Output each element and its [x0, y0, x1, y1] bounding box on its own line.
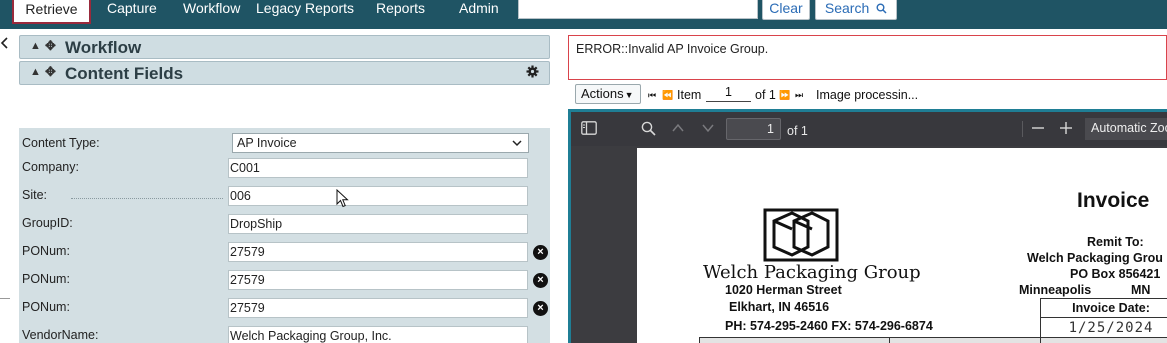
document-table-header: [699, 337, 1167, 343]
tab-workflow[interactable]: Workflow: [183, 0, 240, 22]
remit-city: Minneapolis: [1019, 283, 1092, 297]
error-message-box: ERROR::Invalid AP Invoice Group.: [568, 35, 1167, 80]
page-count: of 1: [787, 124, 808, 138]
chevron-down-icon[interactable]: [701, 121, 715, 138]
actions-label: Actions: [581, 86, 624, 101]
actions-dropdown[interactable]: Actions▼: [575, 84, 641, 104]
collapse-left-icon[interactable]: [0, 36, 10, 50]
document-address-line2: Elkhart, IN 46516: [729, 300, 830, 314]
toolbar-divider: [1022, 121, 1023, 137]
company-field[interactable]: C001: [228, 158, 528, 178]
error-message: ERROR::Invalid AP Invoice Group.: [576, 42, 769, 56]
ponum-field[interactable]: 27579: [228, 298, 528, 318]
tab-legacy-reports[interactable]: Legacy Reports: [256, 0, 354, 22]
item-number-input[interactable]: 1: [706, 86, 751, 102]
company-logo-icon: [763, 208, 839, 262]
tab-retrieve[interactable]: Retrieve: [12, 0, 91, 24]
zoom-in-icon[interactable]: [1059, 121, 1073, 138]
sidebar-toggle-icon[interactable]: [581, 121, 597, 138]
groupid-label: GroupID:: [22, 216, 73, 230]
search-input[interactable]: [518, 0, 758, 19]
ponum-field[interactable]: 27579: [228, 270, 528, 290]
clear-button[interactable]: Clear: [762, 0, 810, 20]
content-fields-panel-header[interactable]: ▲ ✥ Content Fields: [19, 61, 550, 85]
vendorname-field[interactable]: Welch Packaging Group, Inc.: [228, 326, 528, 343]
content-type-select[interactable]: AP Invoice: [232, 133, 529, 153]
remove-icon[interactable]: ×: [533, 273, 548, 288]
next-item-icon[interactable]: ⏩: [779, 90, 790, 101]
remit-to-label: Remit To:: [1087, 235, 1144, 249]
clear-button-label: Clear: [769, 0, 803, 16]
workflow-panel-header[interactable]: ▲ ✥ Workflow: [19, 35, 550, 59]
workflow-panel-title: Workflow: [65, 38, 142, 57]
remove-icon[interactable]: ×: [533, 245, 548, 260]
divider: [0, 298, 10, 299]
tab-capture[interactable]: Capture: [107, 0, 157, 22]
site-label: Site:: [22, 188, 48, 202]
chevron-up-icon[interactable]: [671, 121, 685, 138]
move-icon[interactable]: ✥: [45, 38, 56, 54]
zoom-select[interactable]: Automatic Zoom: [1085, 118, 1167, 140]
ponum-label: PONum:: [22, 300, 70, 314]
content-type-label: Content Type:: [22, 136, 100, 150]
table-divider: [1040, 337, 1041, 343]
content-type-value: AP Invoice: [237, 136, 297, 150]
chevron-up-icon[interactable]: ▲: [30, 66, 41, 78]
table-divider: [889, 337, 890, 343]
content-fields-form: Content Type: AP Invoice Company: C001 S…: [19, 128, 550, 343]
remit-po: PO Box 856421: [1070, 267, 1161, 281]
last-item-icon[interactable]: ⏭: [795, 90, 803, 101]
document-company-name: Welch Packaging Group: [703, 262, 921, 283]
top-nav: Retrieve Capture Workflow Legacy Reports…: [0, 0, 1167, 29]
search-button-label: Search: [824, 0, 870, 16]
gear-icon[interactable]: [526, 65, 539, 81]
caret-down-icon: ▼: [624, 90, 634, 100]
item-of-label: of 1: [755, 88, 776, 102]
zoom-out-icon[interactable]: [1031, 121, 1045, 138]
status-text: Image processin...: [816, 88, 919, 102]
vendorname-label: VendorName:: [22, 328, 99, 342]
item-label: Item: [677, 88, 702, 102]
remit-name: Welch Packaging Grou: [1027, 251, 1163, 265]
move-icon[interactable]: ✥: [45, 64, 56, 80]
remove-icon[interactable]: ×: [533, 301, 548, 316]
ponum-label: PONum:: [22, 272, 70, 286]
chevron-down-icon: [512, 134, 522, 159]
company-label: Company:: [22, 160, 79, 174]
site-field[interactable]: 006: [228, 186, 528, 206]
search-icon: [876, 3, 887, 14]
focus-dots: [71, 198, 223, 199]
tab-reports[interactable]: Reports: [376, 0, 425, 22]
first-item-icon[interactable]: ⏮: [648, 90, 656, 101]
document-phone-line: PH: 574-295-2460 FX: 574-296-6874: [725, 319, 933, 333]
tab-admin[interactable]: Admin: [459, 0, 499, 22]
search-button[interactable]: Search: [815, 0, 897, 20]
content-fields-panel-title: Content Fields: [65, 64, 184, 83]
page-number-input[interactable]: 1: [726, 118, 781, 140]
invoice-date-box: Invoice Date: 1/25/2024: [1040, 298, 1167, 338]
ponum-field[interactable]: 27579: [228, 242, 528, 262]
find-icon[interactable]: [641, 121, 656, 139]
prev-item-icon[interactable]: ⏪: [662, 90, 673, 101]
document-title: Invoice: [1077, 189, 1150, 212]
groupid-field[interactable]: DropShip: [228, 214, 528, 234]
app-root: Retrieve Capture Workflow Legacy Reports…: [0, 0, 1167, 343]
ponum-label: PONum:: [22, 244, 70, 258]
pdf-toolbar: 1 of 1 Automatic Zoom: [571, 112, 1167, 146]
document-address-line1: 1020 Herman Street: [725, 283, 842, 297]
remit-state: MN: [1131, 283, 1151, 297]
mouse-cursor-icon: [336, 189, 349, 208]
invoice-date-label: Invoice Date:: [1041, 299, 1167, 318]
chevron-up-icon[interactable]: ▲: [30, 40, 41, 52]
invoice-date-value: 1/25/2024: [1068, 320, 1154, 336]
